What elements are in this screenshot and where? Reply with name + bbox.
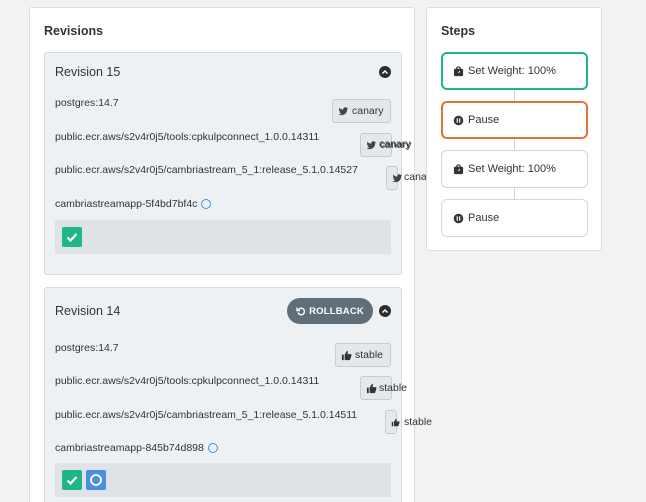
thumbs-up-icon xyxy=(341,350,352,360)
undo-icon xyxy=(296,307,306,316)
canary-tag xyxy=(386,166,403,190)
revisions-panel-title: Revisions xyxy=(44,24,104,38)
step-set-weight-1[interactable]: Set Weight: 100% xyxy=(441,52,588,90)
pods-bar xyxy=(55,220,391,254)
weight-icon xyxy=(453,65,464,76)
tag-label-overflow: canary xyxy=(379,138,411,150)
pod-healthy-check-icon[interactable] xyxy=(62,470,82,490)
image-name: public.ecr.aws/s2v4r0j5/cambriastream_5_… xyxy=(55,409,358,421)
revision-card-15: Revision 15 postgres:14.7 canary public.… xyxy=(44,52,412,275)
step-pause-1[interactable]: Pause xyxy=(441,101,588,139)
pod-progressing-circle-icon[interactable] xyxy=(86,470,106,490)
stable-tag: stable xyxy=(335,343,391,367)
tag-label: stable xyxy=(355,349,384,361)
step-label: Set Weight: 100% xyxy=(468,65,556,77)
revisions-panel: Revisions Revision 15 postgres:14.7 cana… xyxy=(29,7,415,502)
tag-label-overflow: stable xyxy=(404,416,433,428)
image-name: public.ecr.aws/s2v4r0j5/tools:cpkulpconn… xyxy=(55,375,320,387)
image-name: public.ecr.aws/s2v4r0j5/tools:cpkulpconn… xyxy=(55,131,320,143)
bird-icon xyxy=(366,140,377,149)
thumbs-up-icon xyxy=(366,383,377,393)
stable-tag xyxy=(385,410,400,434)
collapse-chevron-icon[interactable] xyxy=(379,305,391,317)
bird-icon xyxy=(392,173,403,182)
revision-card-14: Revision 14 ROLLBACK postgres:14.7 stabl… xyxy=(44,287,402,502)
thumbs-up-icon xyxy=(391,418,400,426)
steps-panel-title: Steps xyxy=(441,24,476,38)
pause-icon xyxy=(453,213,464,223)
tag-label: canary xyxy=(352,105,384,117)
image-name: postgres:14.7 xyxy=(55,342,119,354)
rollback-label: ROLLBACK xyxy=(309,305,364,317)
revision-title: Revision 14 xyxy=(55,304,121,318)
progress-spinner-icon xyxy=(201,199,212,209)
progress-spinner-icon xyxy=(207,443,218,453)
pod-healthy-check-icon[interactable] xyxy=(62,227,82,247)
rollback-button[interactable]: ROLLBACK xyxy=(287,298,373,324)
replicaset-name: cambriastreamapp-845b74d898 xyxy=(55,442,218,454)
image-name: public.ecr.aws/s2v4r0j5/cambriastream_5_… xyxy=(55,164,358,176)
replicaset-name: cambriastreamapp-5f4bd7bf4c xyxy=(55,198,212,210)
canary-tag: canary xyxy=(332,99,391,123)
step-set-weight-2[interactable]: Set Weight: 100% xyxy=(441,150,588,188)
revision-title: Revision 15 xyxy=(55,65,121,79)
bird-icon xyxy=(338,106,349,115)
weight-icon xyxy=(453,163,464,174)
step-label: Pause xyxy=(468,212,500,224)
steps-panel: Steps Set Weight: 100% Pause Set Weight:… xyxy=(426,7,602,251)
collapse-chevron-icon[interactable] xyxy=(379,66,391,78)
pods-bar xyxy=(55,463,391,497)
step-label: Pause xyxy=(468,114,500,126)
image-name: postgres:14.7 xyxy=(55,97,119,109)
pause-icon xyxy=(453,115,464,125)
step-label: Set Weight: 100% xyxy=(468,163,556,175)
step-pause-2[interactable]: Pause xyxy=(441,199,588,237)
tag-label-overflow: stable xyxy=(379,382,408,394)
